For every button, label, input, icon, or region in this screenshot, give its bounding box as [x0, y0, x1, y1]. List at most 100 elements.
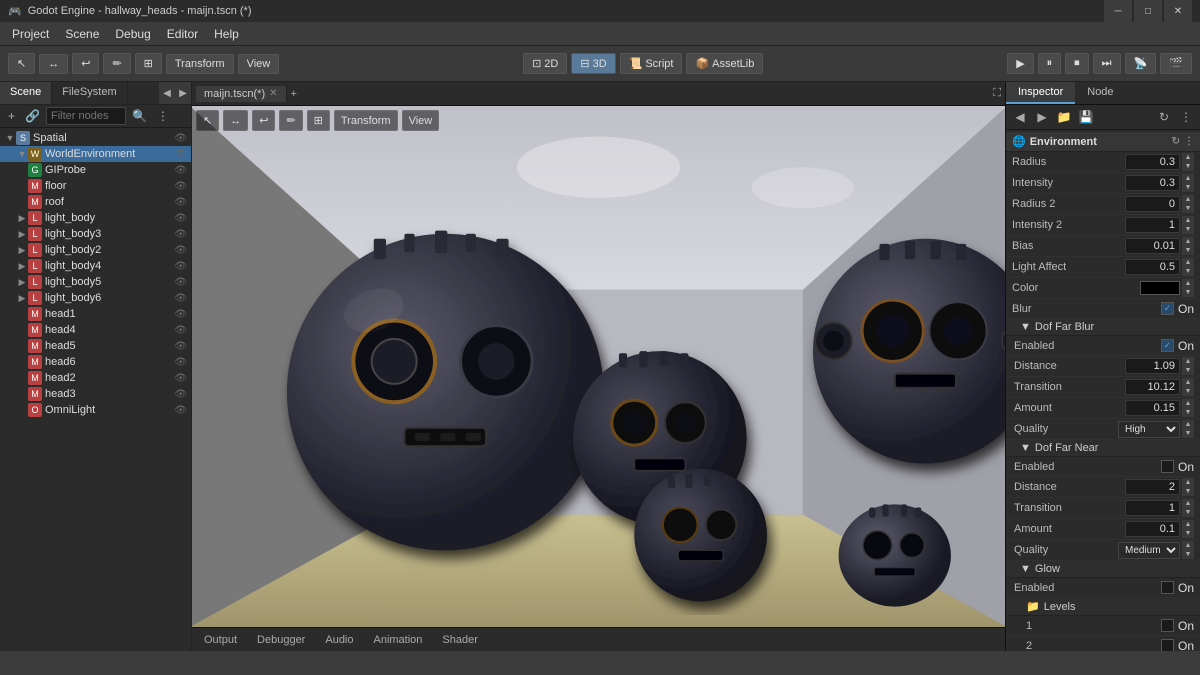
- dof-near-header[interactable]: ▼ Dof Far Near: [1006, 440, 1200, 457]
- dof-far-trans-down[interactable]: ▼: [1182, 387, 1194, 396]
- radius-down[interactable]: ▼: [1182, 162, 1194, 171]
- insp-nav-forward[interactable]: ▶: [1032, 107, 1052, 127]
- glow-enabled-checkbox[interactable]: [1161, 581, 1174, 594]
- dof-near-trans-down[interactable]: ▼: [1182, 508, 1194, 517]
- intensity2-up[interactable]: ▲: [1182, 216, 1194, 225]
- radius2-up[interactable]: ▲: [1182, 195, 1194, 204]
- tree-expand-icon[interactable]: ▶: [16, 229, 28, 240]
- menu-debug[interactable]: Debug: [107, 25, 158, 43]
- tree-item[interactable]: ▶Llight_body3👁: [0, 226, 191, 242]
- dof-far-trans-up[interactable]: ▲: [1182, 378, 1194, 387]
- dof-far-dist-up[interactable]: ▲: [1182, 357, 1194, 366]
- tree-item[interactable]: Mhead1👁: [0, 306, 191, 322]
- bias-up[interactable]: ▲: [1182, 237, 1194, 246]
- bottom-tab-debugger[interactable]: Debugger: [253, 632, 309, 648]
- dof-near-dist-down[interactable]: ▼: [1182, 487, 1194, 496]
- dof-near-trans-up[interactable]: ▲: [1182, 499, 1194, 508]
- maximize-button[interactable]: □: [1134, 0, 1162, 22]
- tree-visibility-icon[interactable]: 👁: [174, 405, 187, 416]
- blur-checkbox[interactable]: ✓: [1161, 302, 1174, 315]
- tree-item[interactable]: ▶Llight_body2👁: [0, 242, 191, 258]
- tab-inspector[interactable]: Inspector: [1006, 82, 1075, 104]
- vp-select-btn[interactable]: ↖: [196, 110, 219, 131]
- dof-far-distance-input[interactable]: [1125, 358, 1180, 374]
- tree-visibility-icon[interactable]: 👁: [174, 341, 187, 352]
- tree-visibility-icon[interactable]: 👁: [174, 261, 187, 272]
- tree-item[interactable]: Mhead2👁: [0, 370, 191, 386]
- glow-header[interactable]: ▼ Glow: [1006, 561, 1200, 578]
- search-btn[interactable]: 🔍: [128, 107, 151, 125]
- color-picker[interactable]: [1140, 281, 1180, 295]
- vp-grid-btn[interactable]: ⊞: [307, 110, 330, 131]
- panel-arrow-right[interactable]: ▶: [175, 82, 191, 104]
- viewport-tab-close[interactable]: ✕: [269, 88, 277, 99]
- tree-expand-icon[interactable]: ▶: [16, 261, 28, 272]
- dof-far-amt-up[interactable]: ▲: [1182, 399, 1194, 408]
- tree-visibility-icon[interactable]: 👁: [174, 181, 187, 192]
- vp-move-btn[interactable]: ↔: [223, 110, 248, 131]
- transform-menu-btn[interactable]: Transform: [166, 54, 234, 74]
- close-button[interactable]: ✕: [1164, 0, 1192, 22]
- assetlib-btn[interactable]: 📦 AssetLib: [686, 53, 763, 74]
- tree-visibility-icon[interactable]: 👁: [174, 165, 187, 176]
- tree-item[interactable]: GGIProbe👁: [0, 162, 191, 178]
- tab-scene[interactable]: Scene: [0, 82, 52, 104]
- tool-scale[interactable]: ✏: [103, 53, 130, 74]
- dof-near-dist-up[interactable]: ▲: [1182, 478, 1194, 487]
- dof-far-transition-input[interactable]: [1125, 379, 1180, 395]
- color-down[interactable]: ▼: [1182, 288, 1194, 297]
- stop-btn[interactable]: ⏹: [1065, 53, 1089, 74]
- dof-far-quality-select[interactable]: High Medium Low: [1118, 421, 1180, 438]
- bottom-tab-output[interactable]: Output: [200, 632, 241, 648]
- link-node-btn[interactable]: 🔗: [21, 107, 44, 125]
- bottom-tab-animation[interactable]: Animation: [370, 632, 427, 648]
- env-expand-icon[interactable]: ⋮: [1184, 136, 1194, 147]
- script-btn[interactable]: 📜 Script: [620, 53, 683, 74]
- intensity2-input[interactable]: [1125, 217, 1180, 233]
- dof-far-amt-down[interactable]: ▼: [1182, 408, 1194, 417]
- tree-visibility-icon[interactable]: 👁: [174, 277, 187, 288]
- menu-scene[interactable]: Scene: [57, 25, 107, 43]
- radius-input[interactable]: [1125, 154, 1180, 170]
- dof-near-amt-down[interactable]: ▼: [1182, 529, 1194, 538]
- tool-select[interactable]: ↖: [8, 53, 35, 74]
- insp-refresh-btn[interactable]: ↻: [1154, 107, 1174, 127]
- tree-expand-icon[interactable]: ▼: [4, 133, 16, 143]
- step-btn[interactable]: ⏭: [1093, 53, 1121, 74]
- tree-visibility-icon[interactable]: 👁: [174, 213, 187, 224]
- radius-up[interactable]: ▲: [1182, 153, 1194, 162]
- dof-near-quality-select[interactable]: Medium High Low: [1118, 542, 1180, 559]
- bias-down[interactable]: ▼: [1182, 246, 1194, 255]
- tree-visibility-icon[interactable]: 👁: [174, 229, 187, 240]
- minimize-button[interactable]: ─: [1104, 0, 1132, 22]
- tab-filesystem[interactable]: FileSystem: [52, 82, 127, 104]
- tree-visibility-icon[interactable]: 👁: [174, 309, 187, 320]
- tree-visibility-icon[interactable]: 👁: [174, 357, 187, 368]
- tree-visibility-icon[interactable]: 👁: [174, 373, 187, 384]
- movie-btn[interactable]: 🎬: [1160, 53, 1192, 74]
- tree-visibility-icon[interactable]: 👁: [174, 245, 187, 256]
- tree-item[interactable]: Mhead4👁: [0, 322, 191, 338]
- play-btn[interactable]: ▶: [1007, 53, 1033, 74]
- menu-help[interactable]: Help: [206, 25, 247, 43]
- tree-visibility-icon[interactable]: 👁: [174, 293, 187, 304]
- glow-levels-header[interactable]: 📁 Levels: [1006, 598, 1200, 616]
- intensity-input[interactable]: [1125, 175, 1180, 191]
- panel-arrow-left[interactable]: ◀: [159, 82, 175, 104]
- tree-expand-icon[interactable]: ▶: [16, 293, 28, 304]
- vp-view-menu[interactable]: View: [402, 110, 440, 131]
- tree-expand-icon[interactable]: ▶: [16, 277, 28, 288]
- tree-item[interactable]: ▶Llight_body6👁: [0, 290, 191, 306]
- light-affect-down[interactable]: ▼: [1182, 267, 1194, 276]
- tree-item[interactable]: Mroof👁: [0, 194, 191, 210]
- glow-level-checkbox[interactable]: [1161, 639, 1174, 651]
- mode-3d-btn[interactable]: ⊟ 3D: [571, 53, 615, 74]
- dof-near-amt-up[interactable]: ▲: [1182, 520, 1194, 529]
- tree-item[interactable]: ▶Llight_body👁: [0, 210, 191, 226]
- radius2-down[interactable]: ▼: [1182, 204, 1194, 213]
- dof-far-blur-header[interactable]: ▼ Dof Far Blur: [1006, 319, 1200, 336]
- tree-item[interactable]: ▶Llight_body5👁: [0, 274, 191, 290]
- view-menu-btn[interactable]: View: [238, 54, 280, 74]
- vp-rotate-btn[interactable]: ↩: [252, 110, 275, 131]
- light-affect-input[interactable]: [1125, 259, 1180, 275]
